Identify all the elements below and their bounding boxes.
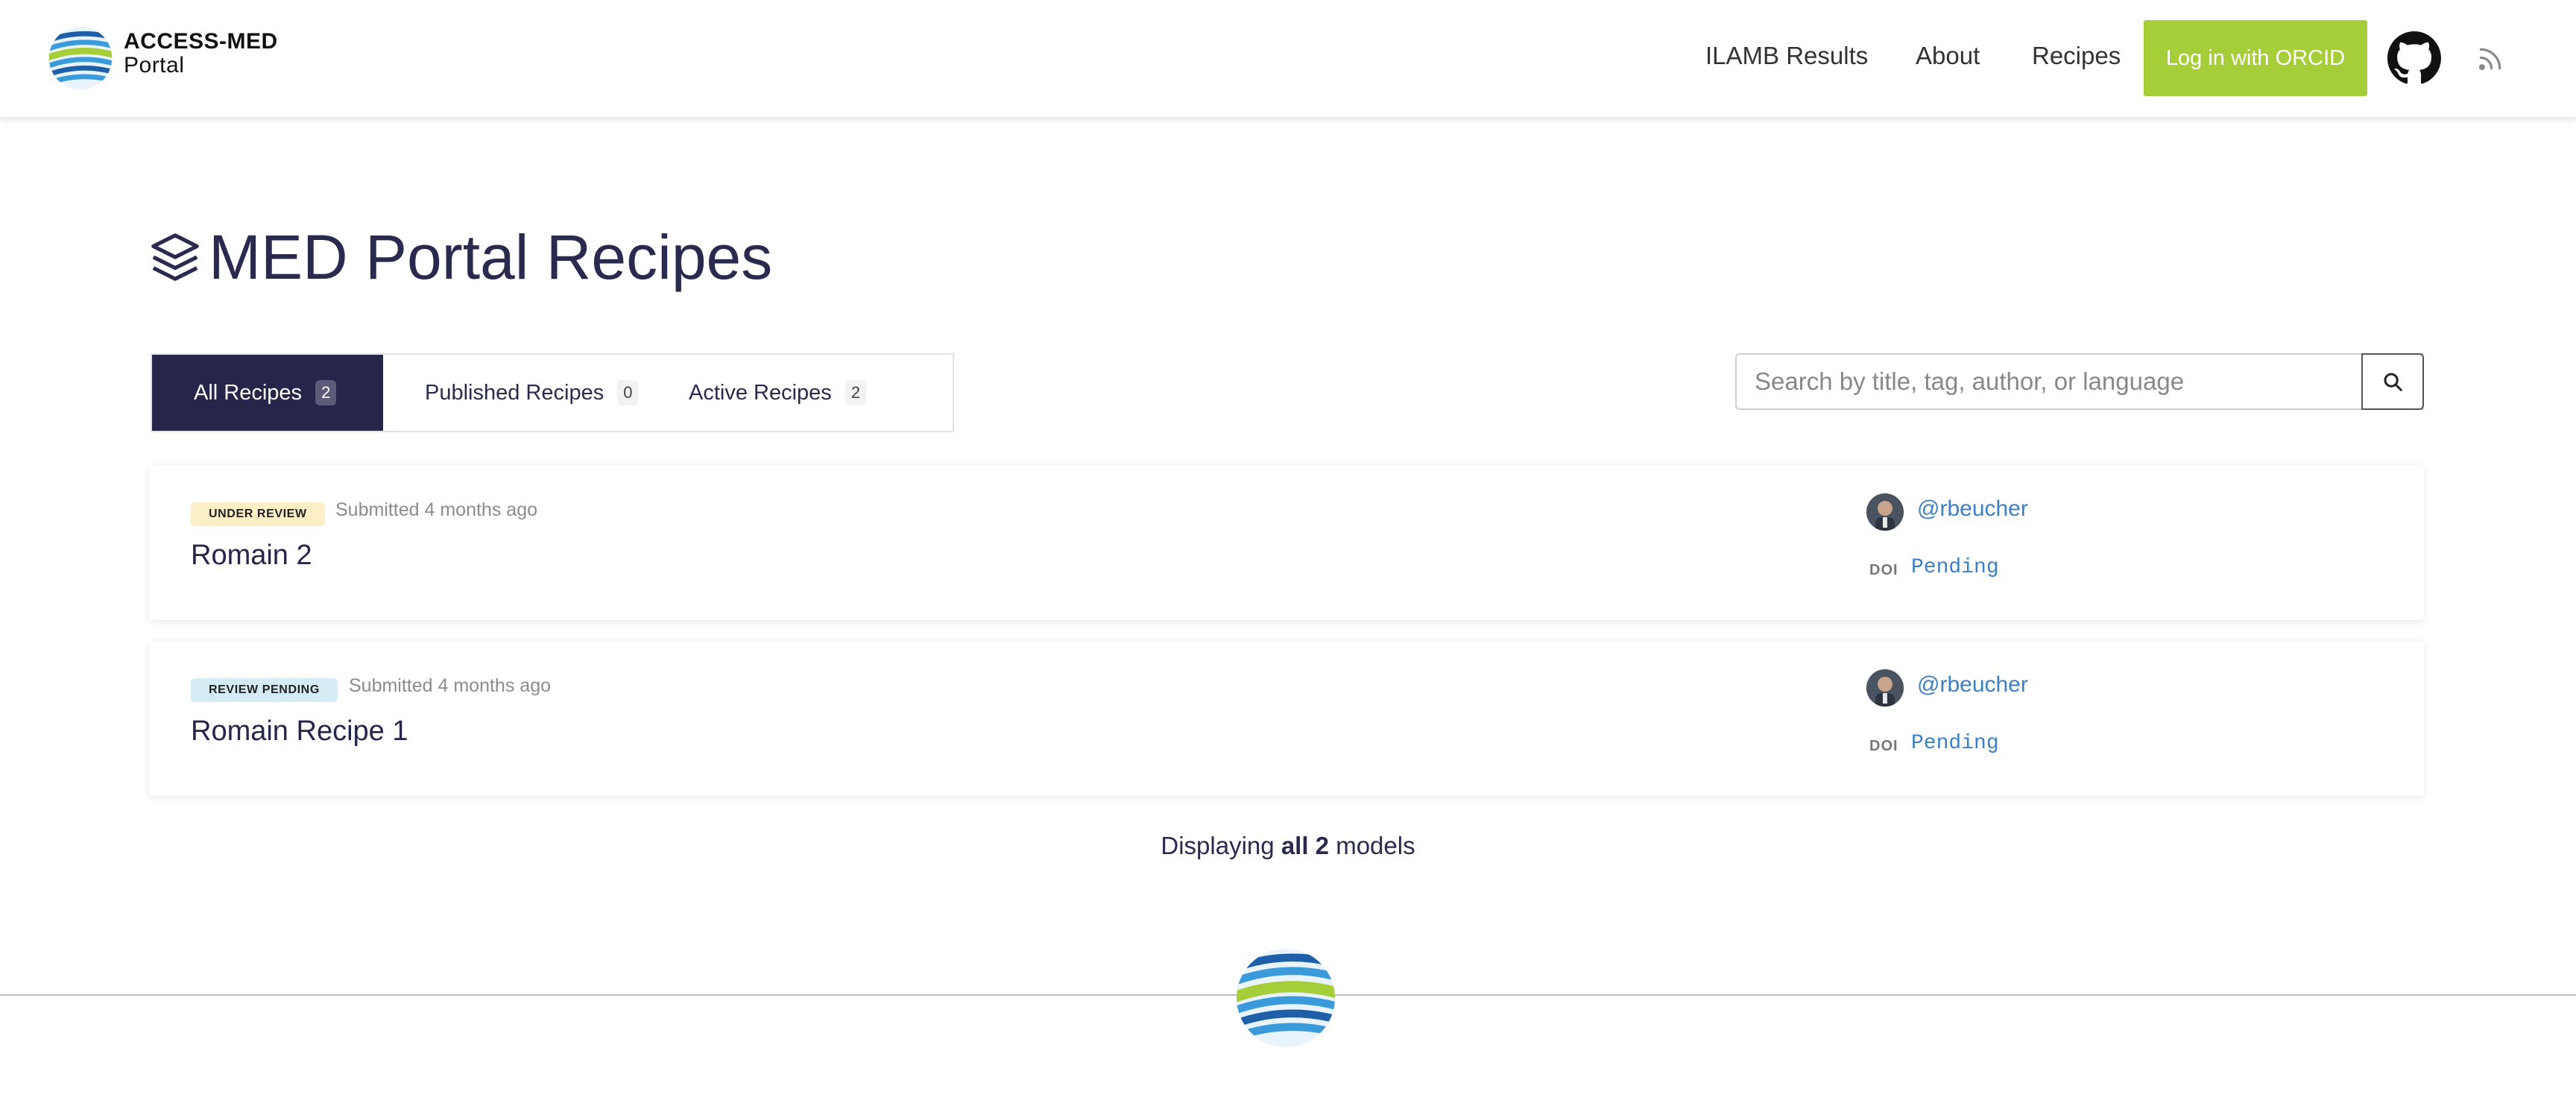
recipe-card[interactable]: UNDER REVIEW Submitted 4 months ago Roma… <box>149 465 2424 620</box>
status-badge: REVIEW PENDING <box>191 678 338 702</box>
results-summary-count: all 2 <box>1281 832 1330 859</box>
results-summary-suffix: models <box>1336 832 1415 859</box>
tab-all-recipes-count: 2 <box>315 380 337 405</box>
submitted-time: Submitted 4 months ago <box>349 675 551 696</box>
recipe-tabs: All Recipes 2 Published Recipes 0 Active… <box>151 353 954 432</box>
tab-active-recipes-count: 2 <box>845 380 867 405</box>
tab-active-recipes-label: Active Recipes <box>689 380 832 405</box>
page-title-text: MED Portal Recipes <box>209 221 773 292</box>
submitted-time: Submitted 4 months ago <box>335 499 537 520</box>
nav-ilamb-results[interactable]: ILAMB Results <box>1705 42 1868 70</box>
search-button[interactable] <box>2361 353 2424 410</box>
recipe-card[interactable]: REVIEW PENDING Submitted 4 months ago Ro… <box>149 641 2424 796</box>
doi-label: DOI <box>1869 562 1898 578</box>
recipe-title[interactable]: Romain 2 <box>191 540 312 572</box>
nav-recipes[interactable]: Recipes <box>2032 42 2121 70</box>
search-input[interactable] <box>1735 353 2424 410</box>
results-summary: Displaying all 2 models <box>0 832 2576 860</box>
site-header: ACCESS-MED Portal ILAMB Results About Re… <box>0 0 2576 118</box>
tab-all-recipes-label: All Recipes <box>194 380 303 405</box>
tab-published-recipes-label: Published Recipes <box>425 380 604 405</box>
author-avatar[interactable] <box>1866 669 1904 707</box>
tab-active-recipes[interactable]: Active Recipes 2 <box>686 355 953 431</box>
status-badge: UNDER REVIEW <box>191 502 325 526</box>
avatar-image <box>1866 669 1904 707</box>
login-orcid-button[interactable]: Log in with ORCID <box>2144 20 2367 96</box>
author-link[interactable]: @rbeucher <box>1917 672 2028 698</box>
footer-globe-logo <box>1237 949 1335 1047</box>
search-icon <box>2384 373 2402 391</box>
recipe-title[interactable]: Romain Recipe 1 <box>191 715 408 748</box>
tab-all-recipes[interactable]: All Recipes 2 <box>152 355 383 431</box>
tab-published-recipes-count: 0 <box>617 380 639 405</box>
doi-label: DOI <box>1869 738 1898 754</box>
brand-name[interactable]: ACCESS-MED Portal <box>124 30 278 78</box>
brand-line2: Portal <box>124 53 185 78</box>
avatar-image <box>1866 493 1904 531</box>
doi-value[interactable]: Pending <box>1911 732 1999 755</box>
author-link[interactable]: @rbeucher <box>1917 496 2028 522</box>
author-avatar[interactable] <box>1866 493 1904 531</box>
nav-about[interactable]: About <box>1916 42 1980 70</box>
rss-icon[interactable] <box>2476 45 2504 73</box>
brand-line1: ACCESS-MED <box>124 29 278 54</box>
access-med-logo[interactable] <box>45 22 116 94</box>
doi-value[interactable]: Pending <box>1911 556 1999 579</box>
tab-published-recipes[interactable]: Published Recipes 0 <box>383 355 686 431</box>
page-title: MED Portal Recipes <box>149 216 772 298</box>
layers-icon <box>151 233 199 281</box>
results-summary-prefix: Displaying <box>1161 832 1275 859</box>
github-icon[interactable] <box>2387 31 2441 85</box>
